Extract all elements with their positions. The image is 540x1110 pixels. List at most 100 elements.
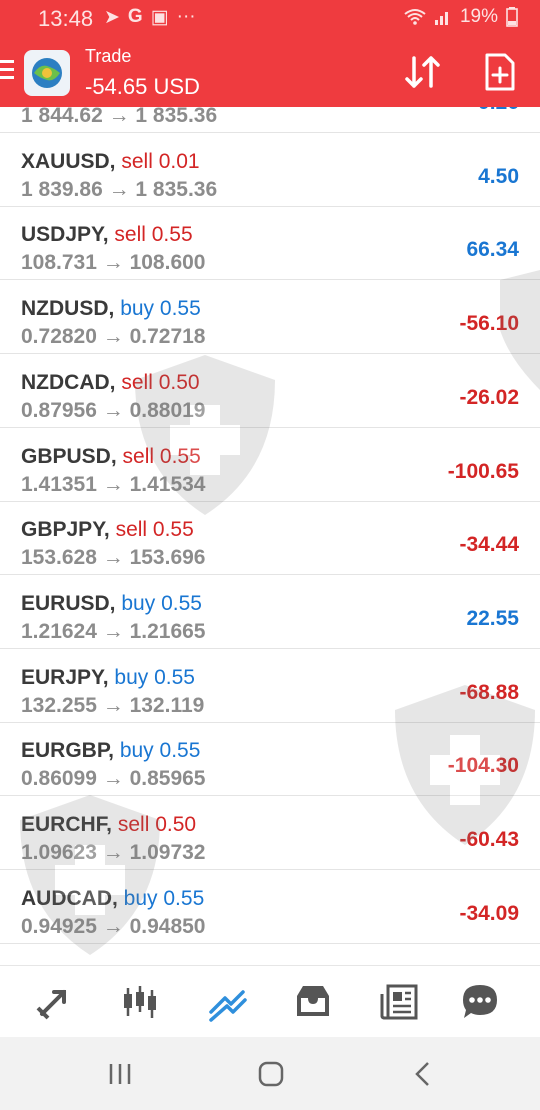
position-profit: -26.02: [459, 385, 519, 409]
position-row[interactable]: EURCHF, sell 0.50 1.09623 → 1.09732 -60.43: [0, 797, 540, 870]
position-prices: 1.41351 → 1.41534: [21, 472, 206, 496]
position-symbol-line: EURCHF, sell 0.50: [21, 813, 196, 837]
position-profit: 9.26: [478, 107, 519, 115]
position-volume: 0.55: [159, 444, 201, 468]
position-row[interactable]: EURGBP, buy 0.55 0.86099 → 0.85965 -104.30: [0, 723, 540, 797]
position-profit: 66.34: [466, 238, 519, 262]
back-icon: [415, 1062, 429, 1086]
position-symbol-line: EURUSD, buy 0.55: [21, 592, 202, 616]
position-symbol-line: USDJPY, sell 0.55: [21, 223, 193, 247]
position-symbol: EURGBP,: [21, 739, 114, 763]
position-row[interactable]: GBPUSD, sell 0.55 1.41351 → 1.41534 -100.6…: [0, 429, 540, 502]
position-symbol-line: GBPUSD, sell 0.55: [21, 445, 201, 469]
position-row[interactable]: XAUUSD, sell 0.01 1 839.86 → 1 835.36 4.50: [0, 134, 540, 207]
position-profit: -68.88: [459, 680, 519, 704]
app-header: 13:48 ➤ G ▣ ··· 19% Trade -54.65 USD: [0, 0, 540, 107]
gallery-icon: ▣: [150, 7, 169, 28]
nav-chat[interactable]: [460, 982, 500, 1022]
position-prices: 108.731 → 108.600: [21, 251, 206, 275]
position-symbol: XAUUSD,: [21, 149, 116, 173]
status-notification-icons: ➤ G ▣ ···: [104, 6, 196, 29]
position-symbol-line: GBPJPY, sell 0.55: [21, 518, 194, 542]
position-row[interactable]: EURUSD, buy 0.55 1.21624 → 1.21665 22.55: [0, 576, 540, 649]
position-symbol: EURCHF,: [21, 813, 113, 836]
nav-trade[interactable]: [207, 982, 247, 1022]
back-button[interactable]: [408, 1061, 438, 1087]
position-profit: -104.30: [447, 754, 519, 778]
quotes-icon: [36, 990, 66, 1020]
position-profit: 22.55: [466, 606, 519, 630]
telegram-icon: ➤: [104, 7, 120, 28]
app-logo: [24, 50, 70, 96]
position-profit: -34.44: [459, 533, 519, 557]
position-symbol-line: NZDUSD, buy 0.55: [21, 297, 201, 321]
position-row[interactable]: GBPJPY, sell 0.55 153.628 → 153.696 -34.44: [0, 502, 540, 576]
position-prices: 0.86099 → 0.85965: [21, 767, 206, 791]
position-side: sell: [117, 813, 150, 836]
position-row[interactable]: XAUUSD, sell 0.011 844.62 → 1 835.369.26: [0, 107, 540, 133]
position-symbol-line: AUDCAD, buy 0.55: [21, 887, 204, 911]
chart-icon: [124, 986, 156, 1018]
position-row[interactable]: AUDCAD, buy 0.55 0.94925 → 0.94850 -34.09: [0, 871, 540, 944]
position-row[interactable]: NZDCAD, sell 0.50 0.87956 → 0.88019 -26.02: [0, 355, 540, 428]
nav-quotes[interactable]: [34, 982, 74, 1022]
system-navigation-bar: [0, 1037, 540, 1110]
google-icon: G: [127, 6, 143, 27]
status-time: 13:48: [38, 6, 94, 31]
recent-apps-button[interactable]: [105, 1061, 135, 1087]
position-prices: 1.21624 → 1.21665: [21, 619, 206, 643]
position-profit: -60.43: [459, 828, 519, 851]
position-volume: 0.55: [152, 518, 194, 542]
position-volume: 0.50: [158, 370, 200, 394]
position-side: sell: [115, 518, 148, 542]
position-side: buy: [119, 739, 154, 763]
position-row[interactable]: NZDUSD, buy 0.55 0.72820 → 0.72718 -56.10: [0, 281, 540, 355]
position-prices: 132.255 → 132.119: [21, 693, 205, 717]
position-prices: 1.09623 → 1.09732: [21, 841, 206, 864]
position-volume: 0.55: [151, 223, 193, 247]
position-volume: 0.55: [154, 665, 195, 689]
chat-icon: [463, 985, 497, 1018]
nav-chart[interactable]: [120, 982, 160, 1022]
position-symbol: USDJPY,: [21, 223, 109, 247]
history-icon: [297, 986, 329, 1016]
trade-icon: [209, 990, 247, 1022]
position-side: buy: [121, 591, 156, 615]
position-prices: 1 839.86 → 1 835.36: [21, 177, 218, 201]
sort-arrows-icon: [405, 56, 440, 88]
position-row[interactable]: EURJPY, buy 0.55 132.255 → 132.119 -68.88: [0, 650, 540, 723]
status-bar: 13:48 ➤ G ▣ ··· 19%: [0, 0, 540, 38]
position-volume: 0.55: [159, 297, 201, 321]
nav-history[interactable]: [293, 982, 333, 1022]
battery-text: 19%: [459, 6, 498, 27]
more-dots-icon: ···: [176, 6, 196, 27]
position-symbol: GBPJPY,: [21, 518, 110, 542]
position-side: buy: [123, 886, 158, 910]
position-prices: 0.87956 → 0.88019: [21, 398, 206, 422]
position-volume: 0.55: [163, 886, 205, 910]
position-symbol-line: NZDCAD, sell 0.50: [21, 371, 200, 395]
position-volume: 0.55: [159, 739, 201, 763]
recent-apps-icon: [109, 1064, 131, 1084]
position-volume: 0.55: [161, 591, 202, 615]
position-profit: -100.65: [447, 459, 519, 483]
wifi-icon: [404, 9, 426, 25]
page-title: Trade: [85, 46, 132, 66]
new-order-button[interactable]: [482, 52, 518, 92]
news-icon: [380, 984, 418, 1020]
battery-icon: [506, 7, 518, 27]
status-system-icons: 19%: [404, 6, 518, 28]
positions-list[interactable]: XAUUSD, sell 0.01 1 844.62 → 1 835.36 9.26…: [0, 107, 540, 965]
position-symbol: EURJPY,: [21, 665, 109, 689]
new-document-icon: [485, 53, 515, 91]
menu-button[interactable]: [0, 60, 18, 82]
sort-button[interactable]: [402, 52, 444, 92]
position-profit: -34.09: [459, 901, 519, 925]
position-volume: 0.01: [158, 149, 200, 173]
home-button[interactable]: [256, 1061, 286, 1087]
position-prices: 0.72820 → 0.72718: [21, 325, 206, 349]
position-symbol-line: XAUUSD, sell 0.01: [21, 150, 200, 174]
position-symbol-line: EURGBP, buy 0.55: [21, 739, 200, 763]
position-row[interactable]: USDJPY, sell 0.55 108.731 → 108.600 66.34: [0, 207, 540, 281]
nav-news[interactable]: [380, 982, 420, 1022]
